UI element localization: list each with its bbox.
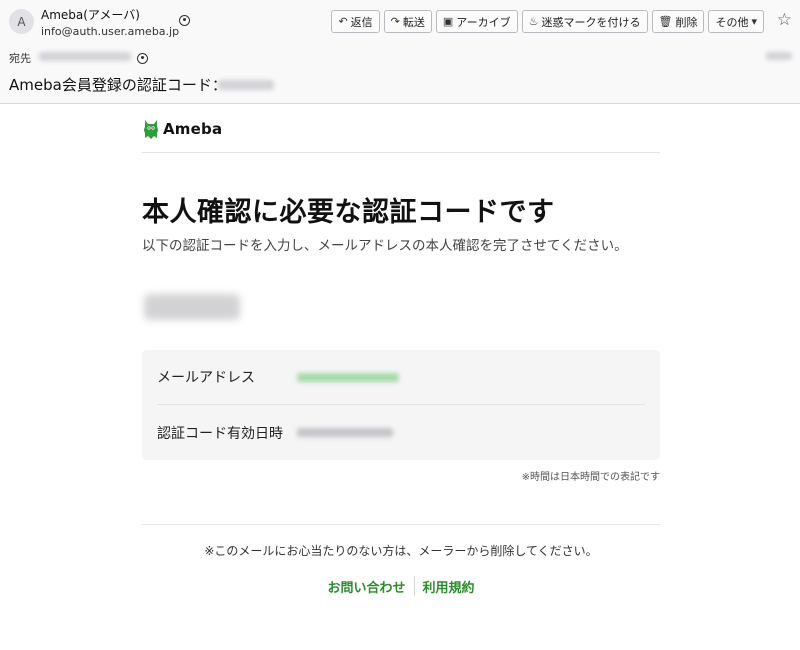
recipient-address-redacted[interactable]: [39, 52, 131, 61]
email-label: メールアドレス: [157, 370, 255, 386]
delete-label: 削除: [675, 16, 698, 29]
archive-label: アーカイブ: [456, 16, 511, 29]
timezone-note: ※時間は日本時間での表記です: [521, 472, 660, 483]
delete-button[interactable]: 🗑 削除: [651, 10, 705, 33]
info-table: メールアドレス 認証コード有効日時: [142, 350, 660, 460]
lead-text: 以下の認証コードを入力し、メールアドレスの本人確認を完了させてください。: [142, 238, 628, 254]
reply-icon: ↶: [338, 16, 348, 28]
more-button[interactable]: その他 ▾: [708, 10, 764, 33]
trash-icon: 🗑: [658, 16, 673, 28]
reply-button[interactable]: ↶ 返信: [331, 10, 380, 33]
message-toolbar: ↶ 返信 ↷ 転送 ▣ アーカイブ ♨ 迷惑マークを付ける 🗑 削除 その他 ▾: [331, 10, 764, 33]
add-contact-icon[interactable]: [179, 15, 190, 26]
footer-links: お問い合わせ 利用規約: [142, 576, 660, 596]
more-label: その他: [715, 16, 749, 29]
info-row-expire: 認証コード有効日時: [157, 405, 645, 460]
mail-body: Ameba 本人確認に必要な認証コードです 以下の認証コードを入力し、メールアド…: [142, 104, 660, 650]
reply-label: 返信: [350, 16, 373, 29]
ameba-mascot-icon: [144, 120, 158, 139]
footer-note: ※このメールにお心当たりのない方は、メーラーから削除してください。: [204, 544, 598, 558]
recipient-contact-icon[interactable]: [137, 53, 148, 64]
ameba-logo: Ameba: [142, 118, 222, 140]
spam-flame-icon: ♨: [528, 16, 539, 28]
mail-header: A Ameba(アメーバ) info@auth.user.ameba.jp ↶ …: [0, 0, 800, 104]
email-value-redacted[interactable]: [297, 372, 399, 382]
sender-address[interactable]: info@auth.user.ameba.jp: [41, 25, 179, 38]
recipient-label: 宛先: [9, 52, 31, 65]
info-row-email: メールアドレス: [157, 350, 645, 405]
sender-avatar[interactable]: A: [9, 9, 34, 34]
contact-link[interactable]: お問い合わせ: [319, 577, 413, 596]
mail-subject: Ameba会員登録の認証コード：: [9, 76, 227, 94]
headline: 本人確認に必要な認証コードです: [142, 197, 555, 228]
verification-code-redacted: [144, 294, 240, 320]
expire-label: 認証コード有効日時: [157, 425, 283, 442]
forward-label: 転送: [402, 16, 425, 29]
date-redacted: [766, 52, 792, 60]
logo-text: Ameba: [163, 120, 223, 138]
sender-name[interactable]: Ameba(アメーバ): [41, 6, 140, 23]
divider: [142, 524, 660, 525]
chevron-down-icon: ▾: [751, 16, 757, 28]
forward-button[interactable]: ↷ 転送: [383, 10, 432, 33]
divider: [142, 152, 660, 153]
subject-code-redacted: [218, 80, 274, 90]
expire-value-redacted: [297, 428, 393, 437]
forward-icon: ↷: [390, 16, 400, 28]
archive-button[interactable]: ▣ アーカイブ: [435, 10, 518, 33]
mark-spam-label: 迷惑マークを付ける: [541, 16, 641, 29]
archive-icon: ▣: [442, 16, 454, 28]
mark-spam-button[interactable]: ♨ 迷惑マークを付ける: [521, 10, 648, 33]
terms-link[interactable]: 利用規約: [415, 577, 483, 596]
star-icon[interactable]: ☆: [777, 10, 792, 30]
